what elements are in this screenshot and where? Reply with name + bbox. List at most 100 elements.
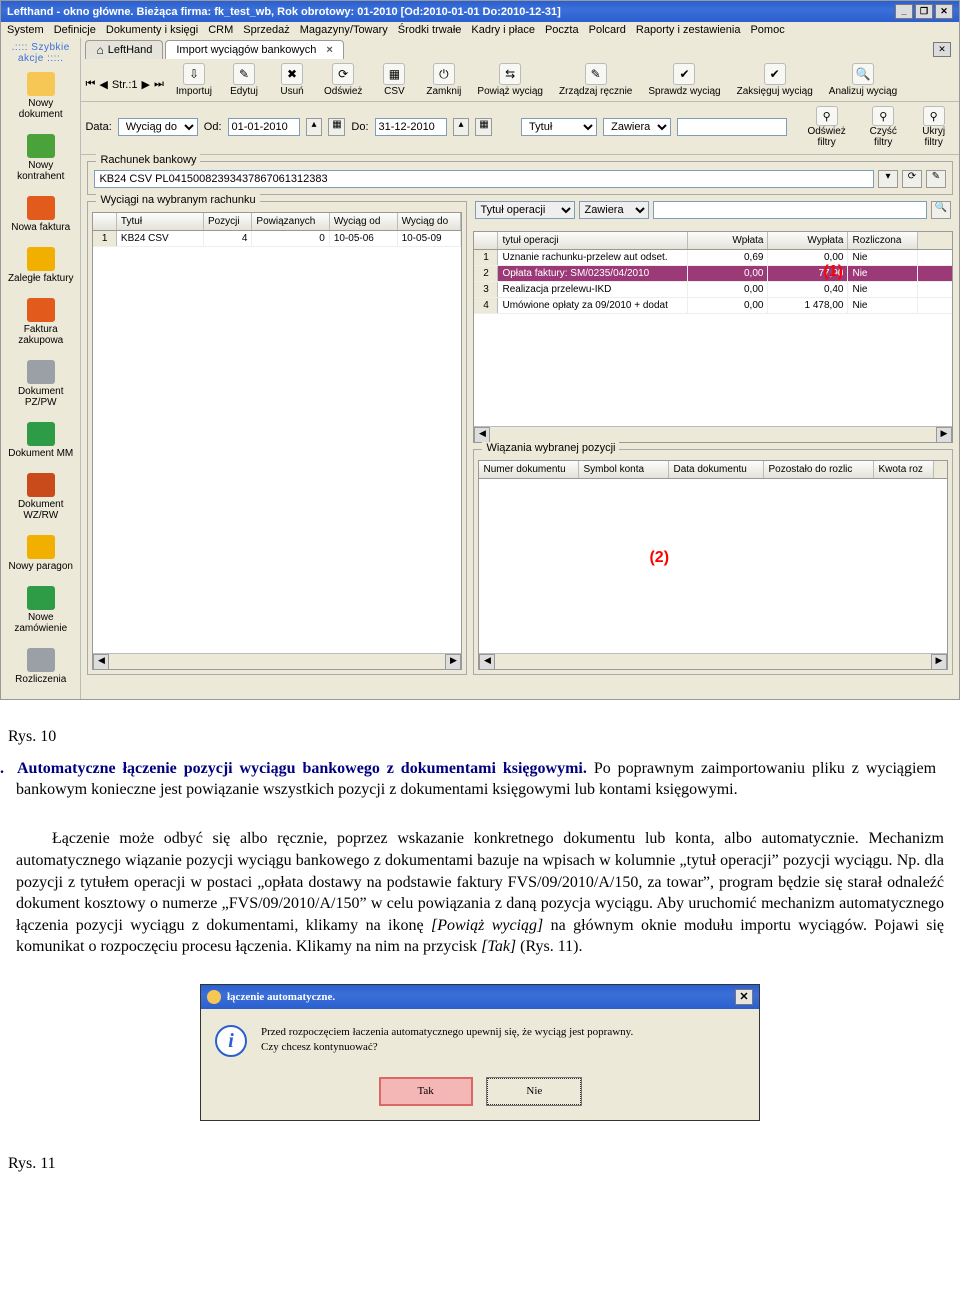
menu-item[interactable]: Definicje (54, 24, 96, 36)
filter-button[interactable]: ⚲Ukryj filtry (912, 106, 955, 148)
quick-action-item[interactable]: Zaległe faktury (3, 243, 78, 294)
column-header[interactable]: Tytuł (117, 213, 204, 230)
quick-action-item[interactable]: Dokument MM (3, 418, 78, 469)
menu-item[interactable]: Raporty i zestawienia (636, 24, 741, 36)
dropdown-icon[interactable]: ▾ (878, 170, 898, 188)
column-header[interactable]: Wpłata (688, 232, 768, 249)
filter-do-input[interactable] (375, 118, 447, 136)
scroll-left-icon[interactable]: ◀ (474, 427, 490, 443)
table-row[interactable]: 3Realizacja przelewu-IKD0,000,40Nie (474, 282, 952, 298)
tab-import[interactable]: Import wyciągów bankowych × (165, 40, 343, 59)
menu-item[interactable]: Środki trwałe (398, 24, 462, 36)
column-header[interactable] (474, 232, 498, 249)
quick-action-item[interactable]: Faktura zakupowa (3, 294, 78, 356)
scroll-left-icon[interactable]: ◀ (479, 654, 495, 670)
table-row[interactable]: 4Umówione opłaty za 09/2010 + dodat0,001… (474, 298, 952, 314)
column-header[interactable]: Powiązanych (252, 213, 329, 230)
filter-tytul-select[interactable]: Tytuł (521, 118, 597, 136)
calendar-icon[interactable]: ▦ (328, 118, 345, 136)
column-header[interactable]: Data dokumentu (669, 461, 764, 478)
dialog-line2: Czy chcesz kontynuować? (261, 1040, 633, 1055)
quick-action-icon (27, 473, 55, 497)
no-button[interactable]: Nie (487, 1078, 581, 1105)
filter-button[interactable]: ⚲Odśwież filtry (799, 106, 854, 148)
menu-item[interactable]: Poczta (545, 24, 579, 36)
toolbar-button[interactable]: ⏻Zamknij (422, 61, 465, 99)
nav-last-icon[interactable]: ⏭ (154, 78, 164, 91)
column-header[interactable]: Wyciąg do (398, 213, 462, 230)
column-header[interactable]: Kwota roz (874, 461, 934, 478)
column-header[interactable]: tytuł operacji (498, 232, 688, 249)
tab-close-icon[interactable]: × (326, 44, 332, 56)
quick-action-item[interactable]: Dokument WZ/RW (3, 469, 78, 531)
column-header[interactable]: Numer dokumentu (479, 461, 579, 478)
quick-action-item[interactable]: Nowa faktura (3, 192, 78, 243)
scroll-left-icon[interactable]: ◀ (93, 654, 109, 670)
maximize-icon[interactable]: ❐ (915, 4, 933, 19)
filter-data-select[interactable]: Wyciąg do (118, 118, 198, 136)
tab-lefthand[interactable]: ⌂ LeftHand (85, 40, 163, 59)
filter-text-input[interactable] (677, 118, 787, 136)
quick-action-item[interactable]: Nowy dokument (3, 68, 78, 130)
toolbar-button[interactable]: 🔍Analizuj wyciąg (825, 61, 901, 99)
table-row[interactable]: 1KB24 CSV4010-05-0610-05-09 (93, 231, 461, 247)
toolbar-button[interactable]: ⟳Odśwież (320, 61, 366, 99)
nav-next-icon[interactable]: ▶ (142, 78, 150, 91)
dialog-close-icon[interactable]: ✕ (735, 989, 753, 1005)
filter-od-input[interactable] (228, 118, 300, 136)
column-header[interactable]: Symbol konta (579, 461, 669, 478)
scroll-right-icon[interactable]: ▶ (931, 654, 947, 670)
scroll-right-icon[interactable]: ▶ (445, 654, 461, 670)
ops-filter-input[interactable] (653, 201, 927, 219)
calendar-icon[interactable]: ▦ (475, 118, 492, 136)
toolbar-button[interactable]: ⇆Powiąż wyciąg (473, 61, 547, 99)
column-header[interactable]: Wyciąg od (330, 213, 398, 230)
column-header[interactable] (93, 213, 116, 230)
nav-first-icon[interactable]: ⏮ (85, 78, 95, 91)
spin-up-icon[interactable]: ▴ (306, 118, 323, 136)
toolbar-button[interactable]: ▦CSV (374, 61, 414, 99)
column-header[interactable]: Pozycji (204, 213, 252, 230)
toolbar-button[interactable]: ✔Zaksięguj wyciąg (733, 61, 817, 99)
toolbar-button[interactable]: ✖Usuń (272, 61, 312, 99)
menu-item[interactable]: Dokumenty i księgi (106, 24, 198, 36)
toolbar-button[interactable]: ✔Sprawdz wyciąg (644, 61, 724, 99)
close-icon[interactable]: ✕ (935, 4, 953, 19)
nav-prev-icon[interactable]: ◀ (99, 78, 107, 91)
menu-item[interactable]: Sprzedaż (243, 24, 289, 36)
quick-action-item[interactable]: Nowy kontrahent (3, 130, 78, 192)
column-header[interactable]: Wypłata (768, 232, 848, 249)
filter-button[interactable]: ⚲Czyść filtry (860, 106, 906, 148)
menu-item[interactable]: Pomoc (750, 24, 784, 36)
yes-button[interactable]: Tak (379, 1077, 473, 1106)
toolbar-button[interactable]: ⇩Importuj (172, 61, 216, 99)
edit-icon[interactable]: ✎ (926, 170, 946, 188)
filter-zawiera-select[interactable]: Zawiera (603, 118, 671, 136)
search-icon[interactable]: 🔍 (931, 201, 951, 219)
toolbar-icon: ✔ (673, 63, 695, 85)
menu-item[interactable]: CRM (208, 24, 233, 36)
tabs-close-icon[interactable]: ✕ (933, 42, 951, 57)
menu-item[interactable]: Polcard (589, 24, 626, 36)
scroll-right-icon[interactable]: ▶ (936, 427, 952, 443)
refresh-icon[interactable]: ⟳ (902, 170, 922, 188)
column-header[interactable]: Rozliczona (848, 232, 918, 249)
menu-item[interactable]: System (7, 24, 44, 36)
quick-action-item[interactable]: Nowe zamówienie (3, 582, 78, 644)
ops-filter-mode[interactable]: Zawiera (579, 201, 649, 219)
menu-item[interactable]: Magazyny/Towary (300, 24, 388, 36)
column-header[interactable]: Pozostało do rozlic (764, 461, 874, 478)
table-row[interactable]: 2Opłata faktury: SM/0235/04/20100,0077,9… (474, 266, 952, 282)
spin-up-icon[interactable]: ▴ (453, 118, 470, 136)
quick-action-item[interactable]: Rozliczenia (3, 644, 78, 695)
table-row[interactable]: 1Uznanie rachunku-przelew aut odset.0,69… (474, 250, 952, 266)
minimize-icon[interactable]: _ (895, 4, 913, 19)
toolbar-icon: ✎ (233, 63, 255, 85)
toolbar-button[interactable]: ✎Zrządzaj ręcznie (555, 61, 636, 99)
toolbar-button[interactable]: ✎Edytuj (224, 61, 264, 99)
account-input[interactable] (94, 170, 874, 188)
ops-filter-field[interactable]: Tytuł operacji (475, 201, 575, 219)
menu-item[interactable]: Kadry i płace (471, 24, 535, 36)
quick-action-item[interactable]: Dokument PZ/PW (3, 356, 78, 418)
quick-action-item[interactable]: Nowy paragon (3, 531, 78, 582)
